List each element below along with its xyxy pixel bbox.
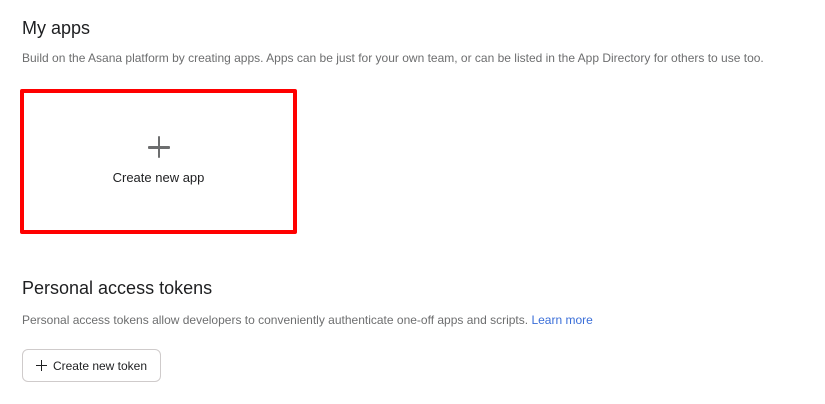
create-new-token-button[interactable]: Create new token [22,349,161,382]
plus-icon [35,360,47,371]
create-new-app-label: Create new app [112,170,205,185]
create-new-app-card[interactable]: Create new app [20,89,297,234]
my-apps-heading: My apps [22,18,91,38]
create-new-token-label: Create new token [52,358,148,373]
personal-access-tokens-heading: Personal access tokens [22,278,213,298]
plus-icon [147,136,170,158]
personal-access-tokens-description: Personal access tokens allow developers … [22,313,593,327]
create-new-app-content: Create new app [24,93,293,230]
my-apps-description: Build on the Asana platform by creating … [22,51,764,65]
tokens-description-text: Personal access tokens allow developers … [22,313,529,327]
learn-more-link[interactable]: Learn more [531,313,592,327]
developer-console-page: My apps Build on the Asana platform by c… [0,0,825,404]
